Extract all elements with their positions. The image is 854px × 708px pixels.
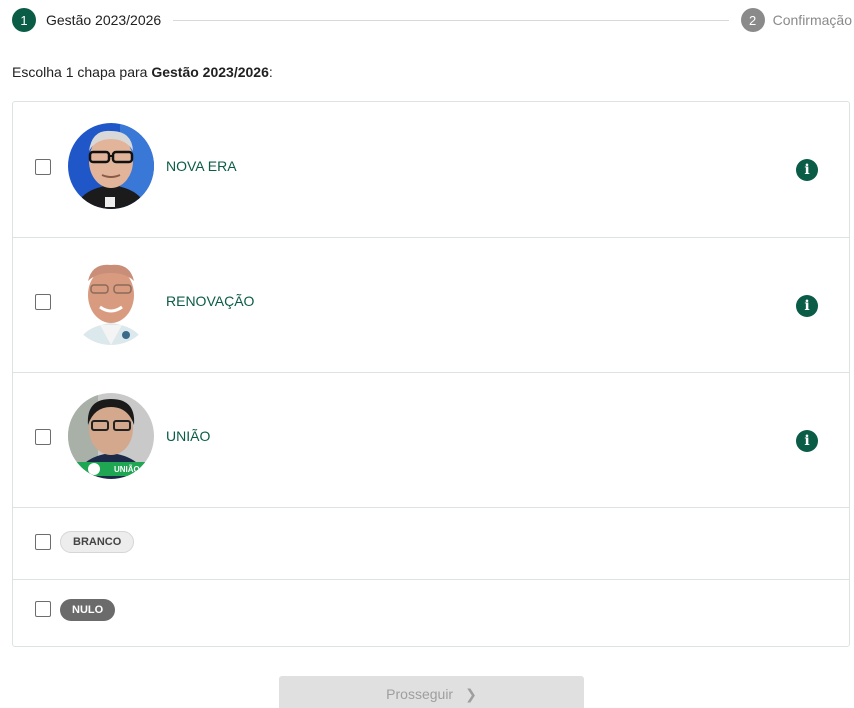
avatar-nova-era (68, 123, 154, 209)
info-icon[interactable]: i (796, 430, 818, 452)
slate-name-uniao[interactable]: UNIÃO (166, 428, 210, 444)
slate-name-renovacao[interactable]: RENOVAÇÃO (166, 293, 254, 309)
step-1: 1 Gestão 2023/2026 (12, 8, 161, 32)
slate-checkbox-renovacao[interactable] (35, 294, 51, 310)
slate-name-nova-era[interactable]: NOVA ERA (166, 158, 237, 174)
proceed-button[interactable]: Prosseguir ❯ (279, 676, 584, 708)
avatar-renovacao (68, 259, 154, 345)
slate-checkbox-uniao[interactable] (35, 429, 51, 445)
slate-list: NOVA ERA i RENOVAÇÃO i UNIÃO UNIÃO i BRA… (12, 101, 850, 647)
step-2-label: Confirmação (772, 12, 852, 28)
option-checkbox-nulo[interactable] (35, 601, 51, 617)
step-1-number: 1 (12, 8, 36, 32)
option-chip-nulo[interactable]: NULO (60, 599, 116, 621)
ballot-instruction: Escolha 1 chapa para Gestão 2023/2026: (12, 64, 273, 80)
step-2: 2 Confirmação (740, 8, 852, 32)
slate-row-renovacao[interactable]: RENOVAÇÃO i (13, 238, 849, 373)
instruction-election: Gestão 2023/2026 (151, 64, 269, 80)
slate-row-nova-era[interactable]: NOVA ERA i (13, 102, 849, 238)
chevron-right-icon: ❯ (465, 685, 477, 702)
step-2-number: 2 (740, 8, 765, 32)
slate-checkbox-nova-era[interactable] (35, 159, 51, 175)
option-chip-branco[interactable]: BRANCO (60, 531, 135, 553)
proceed-button-label: Prosseguir (386, 686, 454, 702)
option-checkbox-branco[interactable] (35, 534, 51, 550)
instruction-prefix: Escolha 1 chapa para (12, 64, 152, 80)
option-row-nulo[interactable]: NULO (13, 580, 849, 646)
uniao-badge: UNIÃO (114, 465, 140, 474)
stepper: 1 Gestão 2023/2026 2 Confirmação (12, 8, 852, 32)
step-1-label: Gestão 2023/2026 (46, 12, 162, 28)
stepper-connector (173, 19, 729, 21)
option-row-branco[interactable]: BRANCO (13, 508, 849, 580)
slate-row-uniao[interactable]: UNIÃO UNIÃO i (13, 373, 849, 508)
avatar-uniao: UNIÃO (68, 393, 154, 479)
instruction-suffix: : (268, 64, 273, 80)
info-icon[interactable]: i (796, 295, 818, 317)
info-icon[interactable]: i (796, 159, 818, 181)
